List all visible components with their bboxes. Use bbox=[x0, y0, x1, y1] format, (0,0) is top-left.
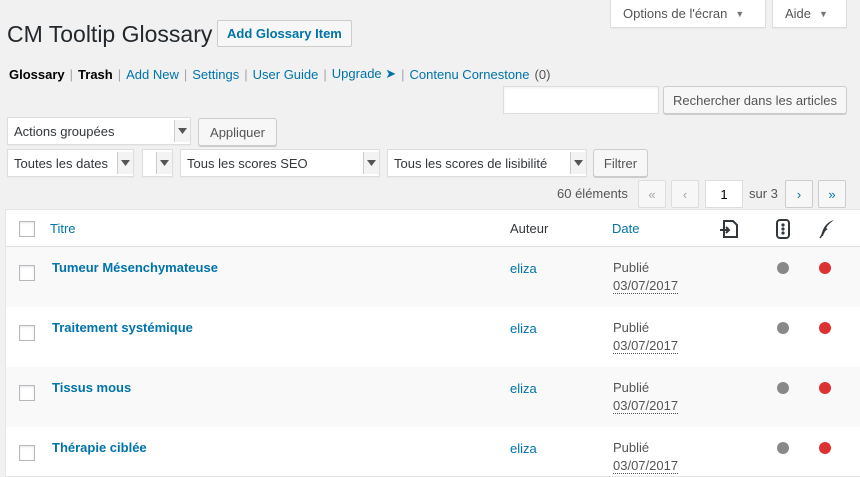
bulk-actions-select[interactable]: Actions groupées bbox=[7, 117, 191, 145]
subnav-separator: | bbox=[401, 66, 405, 82]
chevron-down-icon bbox=[174, 120, 190, 142]
page-title: CM Tooltip Glossary bbox=[7, 21, 213, 47]
column-author: Auteur bbox=[510, 221, 549, 236]
row-author-link[interactable]: eliza bbox=[510, 441, 537, 456]
subnav-separator: | bbox=[117, 66, 122, 82]
readability-icon bbox=[818, 219, 836, 242]
subnav-glossary[interactable]: Glossary bbox=[9, 67, 65, 82]
subnav-separator: | bbox=[69, 66, 74, 82]
category-filter-select[interactable] bbox=[142, 149, 173, 177]
select-all-checkbox[interactable] bbox=[19, 221, 35, 237]
posts-table: Titre Auteur Date Tumeur Mésenchymateuse… bbox=[5, 209, 860, 477]
subnav-separator: | bbox=[323, 66, 327, 82]
subnav-separator: | bbox=[244, 66, 248, 82]
subnav-separator: | bbox=[183, 66, 188, 82]
seo-score-dot bbox=[777, 382, 789, 394]
row-date: 03/07/2017 bbox=[613, 398, 679, 414]
help-label: Aide bbox=[785, 6, 812, 21]
table-row: Tissus mous eliza Publié 03/07/2017 bbox=[6, 367, 860, 427]
readability-score-dot bbox=[819, 442, 831, 454]
help-tab[interactable]: Aide ▼ bbox=[772, 0, 847, 28]
seo-score-icon bbox=[776, 219, 790, 242]
chevron-down-icon bbox=[570, 152, 586, 174]
readability-score-dot bbox=[819, 322, 831, 334]
table-row: Tumeur Mésenchymateuse eliza Publié 03/0… bbox=[6, 247, 860, 307]
row-status: Publié bbox=[613, 260, 650, 275]
table-header: Titre Auteur Date bbox=[6, 210, 860, 247]
chevron-down-icon bbox=[156, 152, 172, 174]
row-date: 03/07/2017 bbox=[613, 278, 679, 294]
subnav: Glossary | Trash | Add New | Settings | … bbox=[9, 66, 550, 82]
screen-options-label: Options de l'écran bbox=[623, 6, 728, 21]
seo-score-dot bbox=[777, 262, 789, 274]
row-author-link[interactable]: eliza bbox=[510, 261, 537, 276]
cornerstone-count: (0) bbox=[534, 66, 551, 82]
readability-filter-select[interactable]: Tous les scores de lisibilité bbox=[387, 149, 587, 177]
subnav-add-new[interactable]: Add New bbox=[126, 67, 179, 82]
row-author-link[interactable]: eliza bbox=[510, 381, 537, 396]
filter-button[interactable]: Filtrer bbox=[593, 149, 648, 177]
column-date[interactable]: Date bbox=[612, 221, 639, 236]
row-title-link[interactable]: Tumeur Mésenchymateuse bbox=[52, 260, 218, 275]
readability-score-dot bbox=[819, 262, 831, 274]
current-page-input[interactable] bbox=[705, 180, 743, 208]
subnav-user-guide[interactable]: User Guide bbox=[253, 67, 319, 82]
seo-score-filter-select[interactable]: Tous les scores SEO bbox=[180, 149, 380, 177]
search-input[interactable] bbox=[503, 86, 659, 114]
prev-page-button: ‹ bbox=[671, 180, 699, 208]
column-title[interactable]: Titre bbox=[50, 221, 76, 236]
date-filter-value: Toutes les dates bbox=[14, 155, 108, 171]
readability-filter-value: Tous les scores de lisibilité bbox=[394, 155, 548, 171]
row-status: Publié bbox=[613, 320, 650, 335]
links-icon bbox=[719, 219, 741, 242]
add-glossary-item-button[interactable]: Add Glossary Item bbox=[217, 20, 352, 47]
items-count: 60 éléments bbox=[557, 186, 628, 201]
apply-button[interactable]: Appliquer bbox=[198, 118, 277, 146]
subnav-upgrade[interactable]: Upgrade ➤ bbox=[332, 66, 396, 82]
row-title-link[interactable]: Thérapie ciblée bbox=[52, 440, 147, 455]
row-title-link[interactable]: Traitement systémique bbox=[52, 320, 193, 335]
table-row: Traitement systémique eliza Publié 03/07… bbox=[6, 307, 860, 367]
table-row: Thérapie ciblée eliza Publié 03/07/2017 bbox=[6, 427, 860, 476]
row-checkbox[interactable] bbox=[19, 325, 35, 341]
row-status: Publié bbox=[613, 440, 650, 455]
row-checkbox[interactable] bbox=[19, 265, 35, 281]
row-date: 03/07/2017 bbox=[613, 338, 679, 354]
seo-score-dot bbox=[777, 322, 789, 334]
chevron-down-icon bbox=[117, 152, 133, 174]
row-author-link[interactable]: eliza bbox=[510, 321, 537, 336]
subnav-cornerstone[interactable]: Contenu Cornestone bbox=[410, 67, 530, 82]
screen-options-tab[interactable]: Options de l'écran ▼ bbox=[610, 0, 766, 28]
caret-down-icon: ▼ bbox=[819, 8, 828, 19]
bulk-actions-value: Actions groupées bbox=[14, 123, 115, 139]
subnav-trash[interactable]: Trash bbox=[78, 67, 113, 82]
last-page-button[interactable]: » bbox=[818, 180, 846, 208]
subnav-settings[interactable]: Settings bbox=[192, 67, 239, 82]
seo-score-dot bbox=[777, 442, 789, 454]
row-checkbox[interactable] bbox=[19, 445, 35, 461]
date-filter-select[interactable]: Toutes les dates bbox=[7, 149, 134, 177]
caret-down-icon: ▼ bbox=[735, 8, 745, 19]
search-button[interactable]: Rechercher dans les articles bbox=[663, 86, 847, 114]
seo-score-filter-value: Tous les scores SEO bbox=[187, 155, 308, 171]
total-pages: sur 3 bbox=[749, 186, 778, 201]
row-status: Publié bbox=[613, 380, 650, 395]
readability-score-dot bbox=[819, 382, 831, 394]
row-title-link[interactable]: Tissus mous bbox=[52, 380, 131, 395]
chevron-down-icon bbox=[363, 152, 379, 174]
first-page-button: « bbox=[638, 180, 666, 208]
row-checkbox[interactable] bbox=[19, 385, 35, 401]
row-date: 03/07/2017 bbox=[613, 458, 679, 474]
next-page-button[interactable]: › bbox=[785, 180, 813, 208]
